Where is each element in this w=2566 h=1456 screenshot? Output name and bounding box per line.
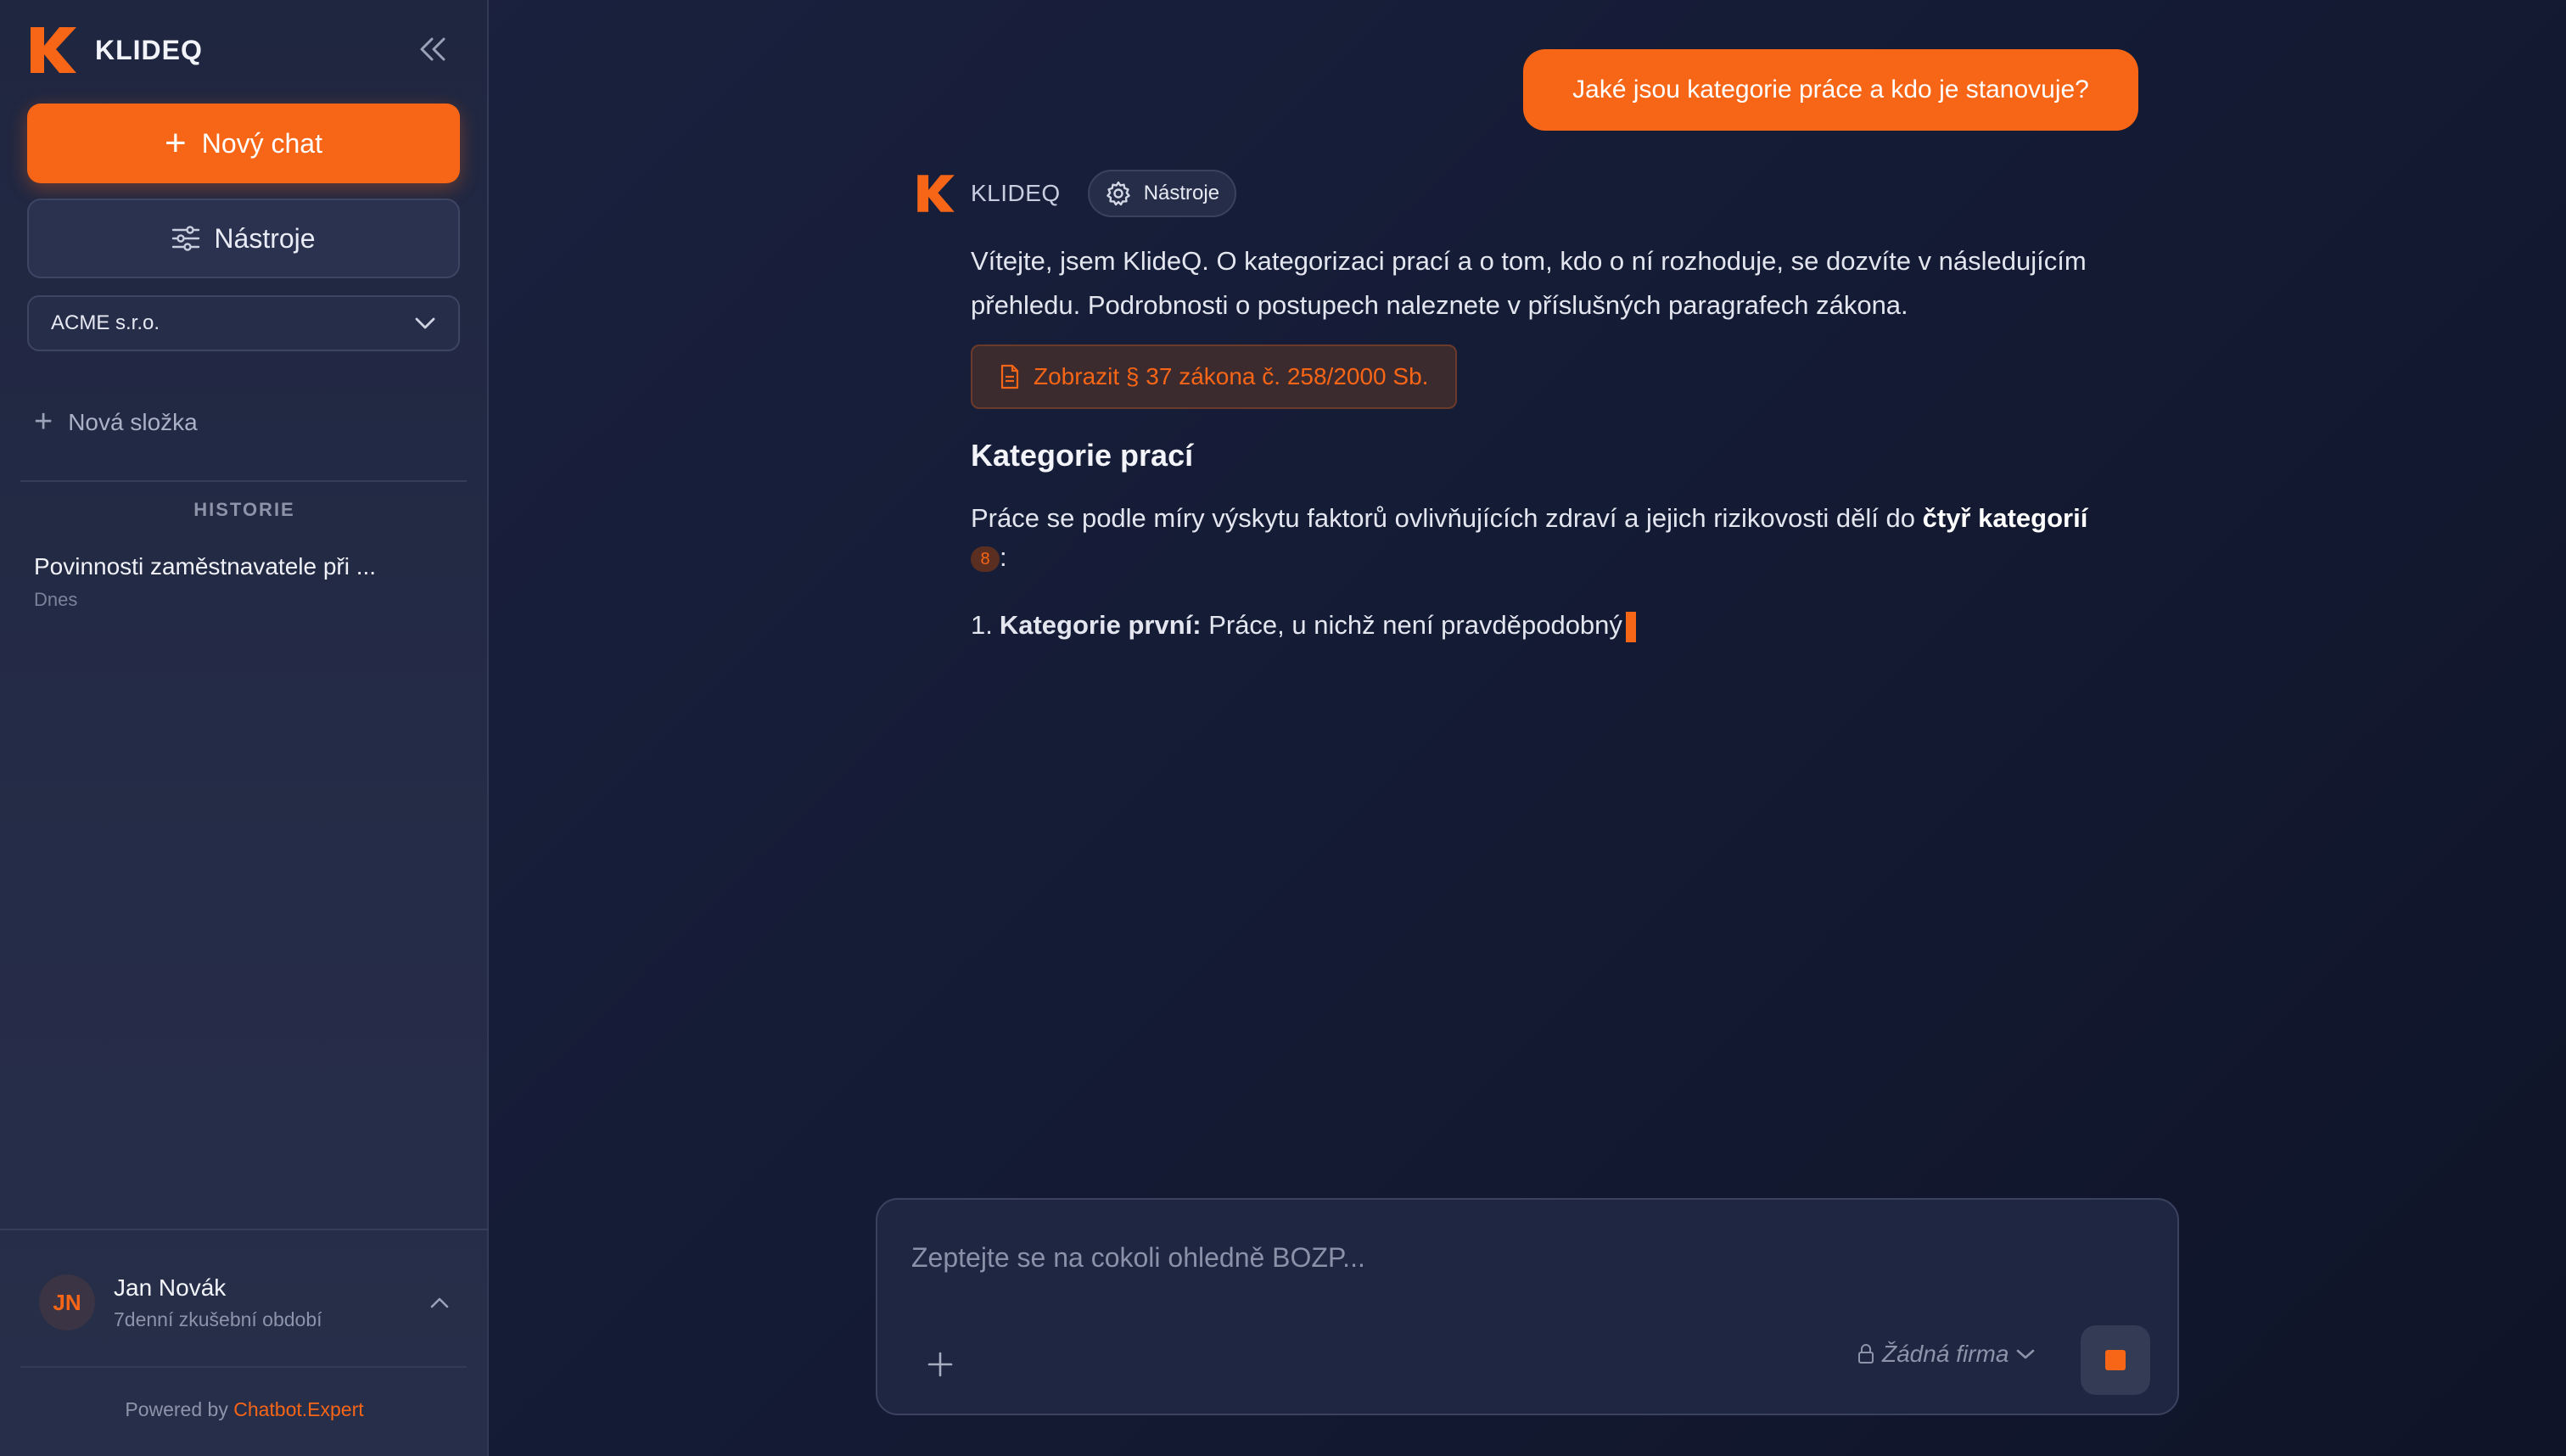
avatar: JN [39,1274,95,1330]
stop-icon [2105,1350,2126,1370]
lock-icon [1858,1344,1874,1364]
plus-icon [927,1352,953,1377]
tools-label: Nástroje [214,222,316,254]
klideq-logo-icon [31,27,76,73]
composer [876,1198,2179,1415]
powered-prefix: Powered by [125,1398,228,1420]
citation-badge[interactable]: 8 [971,546,1000,572]
bot-intro-text: Vítejte, jsem KlideQ. O kategorizaci pra… [971,246,2087,320]
tools-button[interactable]: Nástroje [27,199,460,278]
chevron-up-icon [430,1297,449,1308]
new-folder-label: Nová složka [68,408,198,435]
para-text: Práce se podle míry výskytu faktorů ovli… [971,503,1923,533]
list-item: 1. Kategorie první: Práce, u nichž není … [971,606,2142,645]
brand-name: KLIDEQ [95,34,203,65]
firm-select[interactable]: Žádná firma [1850,1341,2042,1368]
collapse-sidebar-button[interactable] [414,31,451,68]
document-icon [1000,364,1019,389]
history-item-title: Povinnosti zaměstnavatele při ... [34,553,377,580]
divider [20,1366,467,1368]
attach-button[interactable] [918,1342,962,1386]
history-item-date: Dnes [34,589,78,610]
para-suffix: : [1000,542,1007,572]
brand[interactable]: KLIDEQ [27,24,203,76]
klideq-logo-icon [917,175,955,212]
tools-chip-label: Nástroje [1143,182,1220,204]
chevron-down-icon [2017,1349,2035,1359]
user-info: Jan Novák 7denní zkušební období [114,1274,322,1331]
chevron-down-icon [415,317,435,329]
firm-select-label: Žádná firma [1882,1341,2009,1367]
user-menu[interactable]: JN Jan Novák 7denní zkušební období [39,1273,455,1332]
list-item-text: Práce, u nichž není pravděpodobný [1201,610,1622,640]
sidebar: KLIDEQ + Nový chat Nástroje ACME s.r.o. … [0,0,489,1456]
divider [0,1229,489,1230]
streaming-cursor [1625,611,1636,642]
sliders-icon [172,226,200,251]
list-item-bold: Kategorie první: [999,610,1202,640]
show-law-button[interactable]: Zobrazit § 37 zákona č. 258/2000 Sb. [971,344,1458,409]
user-message-bubble: Jaké jsou kategorie práce a kdo je stano… [1523,49,2138,131]
new-folder-button[interactable]: + Nová složka [34,404,198,440]
para-bold: čtyř kategorií [1922,503,2088,533]
plus-icon: + [34,404,53,440]
bot-message-header: KLIDEQ Nástroje [915,170,1237,217]
company-selected-value: ACME s.r.o. [51,311,160,334]
bot-message-body: Vítejte, jsem KlideQ. O kategorizaci pra… [971,239,2142,645]
show-law-label: Zobrazit § 37 zákona č. 258/2000 Sb. [1034,363,1429,389]
bot-name: KLIDEQ [971,180,1061,206]
powered-link[interactable]: Chatbot.Expert [233,1398,363,1420]
stop-generation-button[interactable] [2081,1325,2150,1395]
section-title: Kategorie prací [971,438,1194,473]
new-chat-button[interactable]: + Nový chat [27,104,460,183]
user-name: Jan Novák [114,1274,227,1301]
new-chat-label: Nový chat [201,127,322,159]
list-number: 1. [971,610,993,640]
collapse-icon [420,37,445,61]
tools-chip[interactable]: Nástroje [1087,170,1237,217]
divider [20,480,467,482]
bot-paragraph: Práce se podle míry výskytu faktorů ovli… [971,499,2142,577]
company-select[interactable]: ACME s.r.o. [27,295,460,351]
gear-icon [1106,181,1130,206]
powered-by: Powered by Chatbot.Expert [0,1398,489,1421]
history-item[interactable]: Povinnosti zaměstnavatele při ... Dnes [34,553,458,611]
history-title: HISTORIE [193,499,295,520]
chat-input[interactable] [911,1232,2133,1283]
user-subscription: 7denní zkušební období [114,1308,322,1330]
plus-icon: + [165,122,187,164]
